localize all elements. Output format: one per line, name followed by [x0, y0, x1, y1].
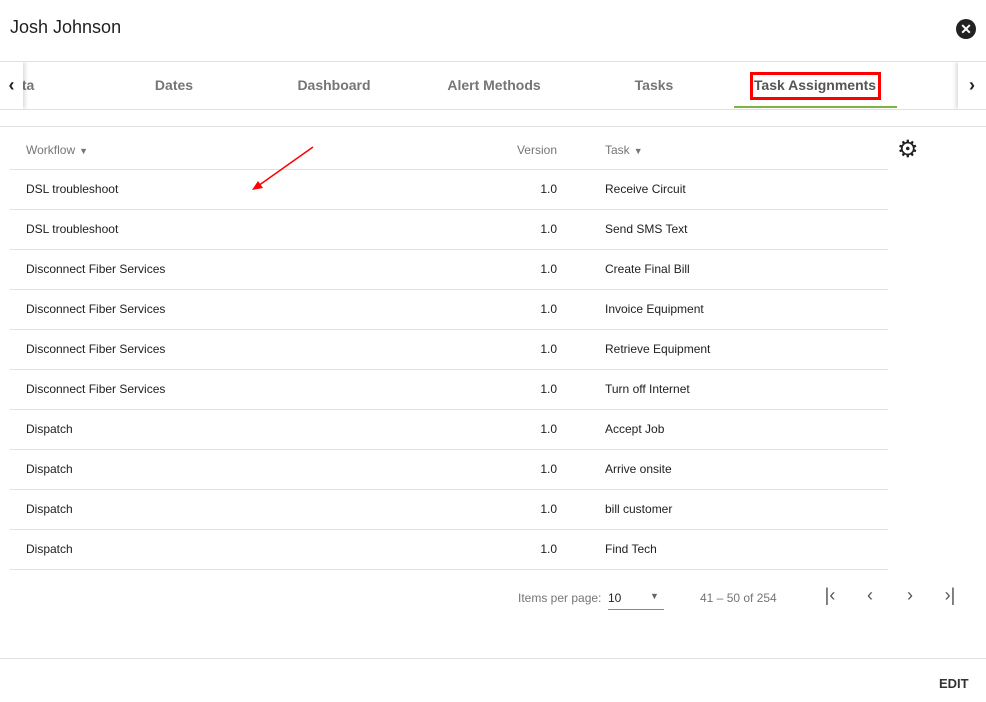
dropdown-caret-icon: ▼ [650, 591, 659, 601]
next-page-icon[interactable]: › [898, 585, 922, 606]
first-page-icon[interactable]: |‹ [818, 585, 842, 606]
divider [0, 658, 986, 659]
edit-button[interactable]: EDIT [939, 676, 969, 691]
last-page-icon[interactable]: ›| [938, 585, 962, 606]
items-per-page-label: Items per page: [518, 591, 602, 605]
previous-page-icon[interactable]: ‹ [858, 585, 882, 606]
page-range: 41 – 50 of 254 [700, 591, 777, 605]
